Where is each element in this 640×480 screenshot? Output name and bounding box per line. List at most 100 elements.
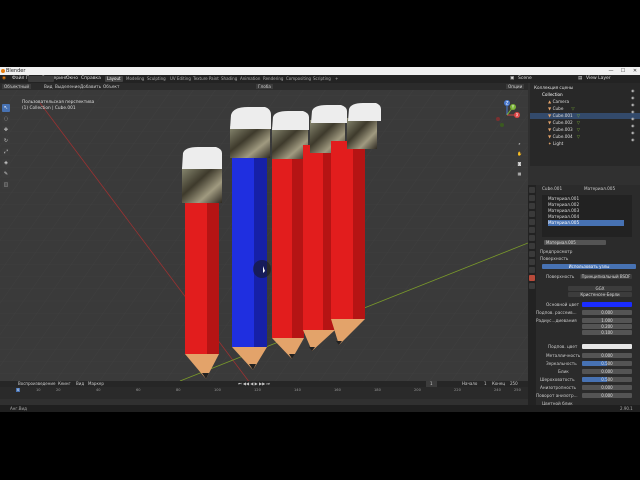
distribution-selector[interactable]: GGX [568, 286, 632, 291]
start-frame-field[interactable]: 1 [484, 381, 487, 387]
subsurface-field[interactable]: 0.000 [582, 310, 632, 315]
data-tab-icon[interactable] [529, 267, 535, 273]
3d-viewport[interactable] [0, 83, 528, 381]
surface-shader-selector[interactable]: Принципиальный BSDF [580, 274, 632, 279]
tab-uv-editing[interactable]: UV Editing [168, 76, 193, 82]
transform-tool-icon[interactable]: ◈ [2, 159, 10, 167]
constraints-tab-icon[interactable] [529, 259, 535, 265]
3d-cursor[interactable] [253, 260, 271, 278]
menu-select[interactable]: Выделение [55, 84, 80, 89]
scene-selector[interactable]: Scene [518, 76, 532, 81]
outliner-item-cube-003[interactable]: ▼ Cube.003 ▽ [530, 127, 640, 133]
menu-marker[interactable]: Маркер [88, 381, 104, 387]
modifier-tab-icon[interactable] [529, 235, 535, 241]
tab-compositing[interactable]: Compositing [284, 76, 313, 82]
tab-sculpting[interactable]: Sculpting [145, 76, 168, 82]
use-nodes-button[interactable]: Использовать узлы [542, 264, 636, 269]
outliner-item-cube-002[interactable]: ▼ Cube.002 ▽ [530, 120, 640, 126]
current-frame-field[interactable]: 1 [426, 381, 437, 387]
tick-label: 100 [214, 388, 221, 392]
pan-icon[interactable]: ✋ [516, 150, 523, 157]
world-tab-icon[interactable] [529, 219, 535, 225]
select-mode-icons[interactable] [28, 76, 54, 82]
measure-tool-icon[interactable]: ◫ [2, 181, 10, 189]
particles-tab-icon[interactable] [529, 243, 535, 249]
anisotropic-field[interactable]: 0.000 [582, 385, 632, 390]
menu-add[interactable]: Добавить [80, 84, 101, 89]
specular-tint-field[interactable]: 0.000 [582, 369, 632, 374]
outliner-root[interactable]: Коллекция сцены [530, 85, 640, 91]
frame-indicator[interactable]: 0 [16, 388, 21, 392]
specular-slider[interactable]: 0.500 [582, 361, 632, 366]
ortho-toggle-icon[interactable]: ▦ [516, 170, 523, 177]
radius-z-field[interactable]: 0.100 [582, 330, 632, 335]
radius-x-field[interactable]: 1.000 [582, 318, 632, 323]
menu-file[interactable]: Файл [12, 76, 24, 81]
scene-tab-icon[interactable] [529, 211, 535, 217]
base-color-swatch[interactable] [582, 302, 632, 307]
maximize-button[interactable]: ☐ [618, 67, 628, 75]
camera-view-icon[interactable]: ◙ [516, 160, 523, 167]
outliner-item-cube[interactable]: ▼ Cube ▽ [530, 106, 640, 112]
transform-orientation-selector[interactable]: Глоба [256, 84, 273, 89]
menu-object[interactable]: Объект [103, 84, 119, 89]
outliner-item-light[interactable]: ✦ Light [530, 141, 640, 147]
subsurface-method-selector[interactable]: Кристенсен-Берли [568, 292, 632, 297]
outliner-item-collection[interactable]: Collection [530, 92, 640, 98]
outliner-item-cube-004[interactable]: ▼ Cube.004 ▽ [530, 134, 640, 140]
subsurface-color-swatch[interactable] [582, 344, 632, 349]
tab-scripting[interactable]: Scripting [311, 76, 333, 82]
anisotropic-rotation-field[interactable]: 0.000 [582, 393, 632, 398]
tab-shading[interactable]: Shading [219, 76, 239, 82]
move-tool-icon[interactable]: ✥ [2, 126, 10, 134]
menu-view[interactable]: Вид [44, 84, 53, 89]
minimize-button[interactable]: — [606, 67, 616, 75]
annotate-tool-icon[interactable]: ✎ [2, 170, 10, 178]
tab-texture-paint[interactable]: Texture Paint [191, 76, 221, 82]
material-name-field[interactable]: Материал.005 [544, 240, 606, 245]
navigation-gizmo[interactable]: X Z Y [493, 97, 523, 137]
add-workspace-button[interactable]: + [333, 76, 340, 82]
blender-menu-icon[interactable]: ◉ [2, 76, 6, 81]
tab-modeling[interactable]: Modeling [124, 76, 146, 82]
physics-tab-icon[interactable] [529, 251, 535, 257]
tab-rendering[interactable]: Rendering [261, 76, 285, 82]
close-button[interactable]: ✕ [630, 67, 640, 75]
menu-window[interactable]: Окно [66, 76, 78, 81]
material-tab-icon[interactable] [529, 275, 535, 281]
select-tool-icon[interactable]: ↖ [2, 104, 10, 112]
outliner-item-camera[interactable]: ▲ Camera [530, 99, 640, 105]
radius-y-field[interactable]: 0.200 [582, 324, 632, 329]
view-layer-selector[interactable]: View Layer [586, 76, 611, 81]
options-button[interactable]: Опции [506, 84, 525, 89]
object-tab-icon[interactable] [529, 227, 535, 233]
cursor-tool-icon[interactable]: ◌ [2, 115, 10, 123]
render-tab-icon[interactable] [529, 195, 535, 201]
metallic-field[interactable]: 0.000 [582, 353, 632, 358]
scale-tool-icon[interactable]: ⤢ [2, 148, 10, 156]
preview-panel-header[interactable]: Предпросмотр [540, 249, 572, 254]
end-frame-field[interactable]: 250 [510, 381, 518, 387]
outliner-item-cube-001[interactable]: ▼ Cube.001 ▽ [530, 113, 640, 119]
timeline-ruler[interactable]: 0 10 20 40 60 80 100 120 140 160 180 200… [0, 388, 528, 394]
pencil-blue[interactable] [230, 107, 271, 370]
roughness-slider[interactable]: 0.500 [582, 377, 632, 382]
tab-animation[interactable]: Animation [238, 76, 262, 82]
tab-layout[interactable]: Layout [105, 76, 123, 82]
texture-tab-icon[interactable] [529, 283, 535, 289]
zoom-icon[interactable]: ⌕ [516, 140, 523, 147]
output-tab-icon[interactable] [529, 203, 535, 209]
menu-keying[interactable]: Кеинг [58, 381, 71, 387]
surface-panel-header[interactable]: Поверхность [540, 256, 568, 261]
rotate-tool-icon[interactable]: ↻ [2, 137, 10, 145]
menu-timeline-view[interactable]: Вид [76, 381, 84, 387]
playback-controls[interactable]: ⏮ ◀◀ ◀ ▶ ▶▶ ⏭ [238, 381, 270, 387]
material-slot-selected[interactable]: Материал.005 [548, 220, 624, 226]
menu-playback[interactable]: Воспроизведение [18, 381, 55, 387]
visibility-icons[interactable]: ◉ ◉ ◉ ◉ ◉ ◉ ◉ ◉ [631, 87, 637, 147]
menu-help[interactable]: Справка [81, 76, 101, 81]
view-layer-icon: ▤ [578, 76, 583, 81]
pencil-red-1[interactable] [182, 147, 222, 379]
tool-tab-icon[interactable] [529, 187, 535, 193]
mode-selector[interactable]: Объектный [2, 84, 32, 89]
